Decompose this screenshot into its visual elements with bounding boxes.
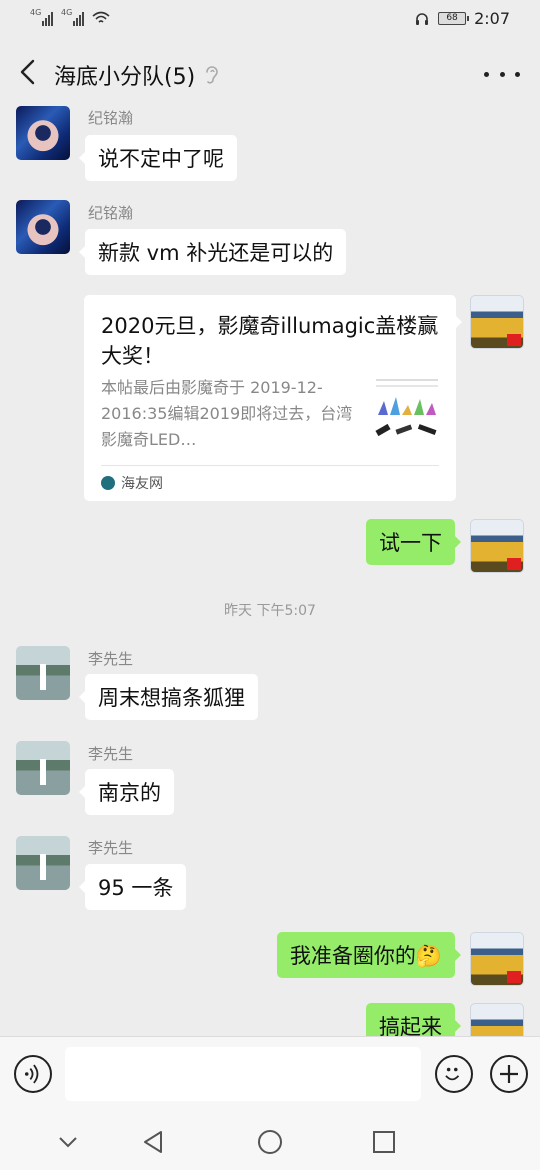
nav-back-button[interactable] — [138, 1126, 170, 1158]
chat-header: 海底小分队(5) — [0, 40, 540, 106]
source-name: 海友网 — [121, 476, 163, 492]
message-text: 周末想搞条狐狸 — [98, 686, 245, 710]
message-bubble[interactable]: 南京的 — [79, 769, 174, 815]
more-icon-dot — [515, 71, 520, 77]
chevron-left-icon — [20, 59, 35, 85]
sender-name: 纪铭瀚 — [88, 109, 134, 127]
link-card-thumbnail — [374, 375, 440, 447]
voice-button[interactable] — [14, 1055, 52, 1093]
link-card-source: 海友网 — [101, 473, 163, 493]
more-button[interactable] — [484, 62, 520, 86]
message-text: 南京的 — [98, 781, 161, 805]
message-bubble[interactable]: 新款 vm 补光还是可以的 — [78, 229, 347, 275]
nav-collapse-button[interactable] — [52, 1126, 84, 1158]
network-type: 4G — [30, 8, 42, 17]
status-bar: 4G 4G 68 2:07 — [0, 0, 540, 40]
avatar[interactable] — [16, 200, 70, 254]
battery-level: 68 — [446, 13, 458, 23]
wifi-icon — [92, 11, 110, 23]
nav-home-button[interactable] — [254, 1126, 286, 1158]
battery-icon: 68 — [438, 12, 470, 25]
message-input[interactable] — [65, 1047, 421, 1101]
nav-recents-button[interactable] — [368, 1126, 400, 1158]
message-bubble[interactable]: 试一下 — [366, 519, 461, 565]
avatar[interactable] — [470, 295, 524, 349]
sender-name: 李先生 — [88, 650, 134, 668]
back-button[interactable] — [10, 54, 46, 90]
message-text: 新款 vm 补光还是可以的 — [98, 241, 334, 265]
message-bubble[interactable]: 我准备圈你的🤔 — [276, 932, 462, 978]
sender-name: 纪铭瀚 — [88, 204, 134, 222]
chat-title-area: 海底小分队(5) — [54, 59, 221, 91]
message-text: 试一下 — [379, 531, 442, 555]
chat-title: 海底小分队(5) — [54, 65, 196, 90]
avatar[interactable] — [16, 106, 70, 160]
message-text: 说不定中了呢 — [98, 147, 224, 171]
flag-badge — [507, 558, 521, 570]
avatar[interactable] — [470, 519, 524, 573]
system-nav-bar — [0, 1114, 540, 1170]
flag-badge — [507, 971, 521, 983]
message-bubble[interactable]: 95 一条 — [78, 864, 187, 910]
status-right: 68 2:07 — [414, 9, 510, 28]
avatar[interactable] — [16, 741, 70, 795]
message-bubble[interactable]: 周末想搞条狐狸 — [79, 674, 258, 720]
source-logo-icon — [101, 476, 115, 490]
sender-name: 李先生 — [88, 839, 134, 857]
chat-input-bar — [0, 1036, 540, 1114]
avatar[interactable] — [470, 932, 524, 986]
card-divider — [101, 465, 439, 466]
emoji-button[interactable] — [435, 1055, 473, 1093]
voice-icon — [24, 1064, 39, 1084]
emoji-icon — [445, 1067, 460, 1081]
link-card-title: 2020元旦，影魔奇illumagic盖楼赢大奖！ — [101, 314, 439, 368]
plus-button[interactable] — [490, 1055, 528, 1093]
sender-name: 李先生 — [88, 745, 134, 763]
status-left: 4G 4G — [30, 8, 110, 26]
headphones-icon — [416, 12, 429, 25]
avatar[interactable] — [16, 836, 70, 890]
link-card[interactable]: 2020元旦，影魔奇illumagic盖楼赢大奖！ 本帖最后由影魔奇于 2019… — [84, 295, 462, 501]
plus-icon — [500, 1065, 518, 1083]
message-bubble[interactable]: 说不定中了呢 — [79, 135, 237, 181]
more-icon-dot — [499, 71, 505, 77]
message-text: 95 一条 — [98, 876, 174, 900]
time-separator: 昨天 下午5:07 — [224, 603, 316, 619]
more-icon — [484, 71, 489, 77]
message-text: 我准备圈你的🤔 — [289, 944, 442, 968]
avatar[interactable] — [16, 646, 70, 700]
signal-icon: 4G — [61, 8, 84, 26]
ear-icon — [206, 66, 218, 84]
flag-badge — [507, 334, 521, 346]
link-card-description: 本帖最后由影魔奇于 2019-12-2016:35编辑2019即将过去，台湾影魔… — [101, 378, 353, 449]
signal-icon: 4G — [30, 8, 53, 26]
clock: 2:07 — [474, 9, 510, 28]
network-type: 4G — [61, 8, 73, 17]
